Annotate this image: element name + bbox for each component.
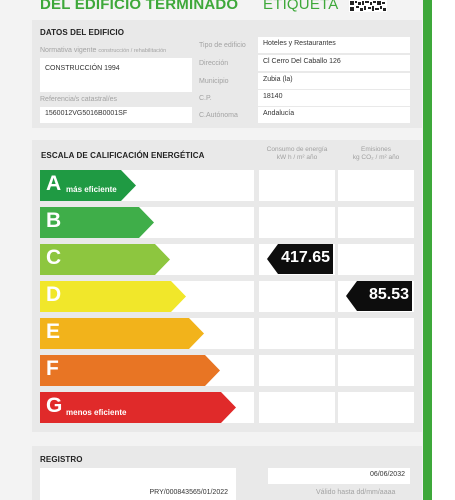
energy-class-arrow-a: Amás eficiente: [40, 170, 136, 201]
energy-class-arrow-f: F: [40, 355, 220, 386]
consumo-cell-e: [259, 318, 335, 349]
emisiones-cell-f: [338, 355, 414, 386]
referencia-value: 1560012VG5016B0001SF: [40, 107, 192, 123]
tipo-label: Tipo de edificio: [199, 42, 246, 49]
registro-title: REGISTRO: [40, 455, 83, 464]
emisiones-rating-tag-value: 85.53: [368, 286, 409, 303]
emisiones-rating-tag: 85.53: [346, 281, 412, 311]
ca-label: C.Autónoma: [199, 112, 238, 119]
ca-value: Andalucía: [258, 107, 410, 123]
cp-value: 18140: [258, 90, 410, 106]
energy-class-letter-b: B: [46, 209, 62, 232]
valid-until-date: 06/06/2032: [268, 468, 410, 484]
consumo-cell-g: [259, 392, 335, 423]
building-data-panel: DATOS DEL EDIFICIO Normativa vigente con…: [32, 20, 422, 128]
energy-class-letter-f: F: [46, 357, 59, 380]
municipio-value: Zubia (la): [258, 73, 410, 89]
consumo-cell-a: [259, 170, 335, 201]
referencia-label: Referencia/s catastral/es: [40, 96, 118, 103]
emisiones-column-header: Emisiones kg CO₂ / m² año: [352, 146, 400, 161]
registro-number: PRY/000843565/01/2022: [40, 468, 236, 500]
emisiones-cell-a: [338, 170, 414, 201]
registro-panel: REGISTRO PRY/000843565/01/2022 06/06/203…: [32, 446, 422, 500]
energy-class-caption-g: menos eficiente: [66, 408, 127, 417]
valid-until-label: Válido hasta dd/mm/aaaa: [316, 489, 396, 496]
consumo-rating-tag-value: 417.65: [281, 249, 330, 266]
energy-class-letter-c: C: [46, 246, 62, 269]
emisiones-cell-b: [338, 207, 414, 238]
energy-scale-panel: ESCALA DE CALIFICACIÓN ENERGÉTICA Consum…: [32, 140, 422, 432]
tipo-value: Hoteles y Restaurantes: [258, 37, 410, 53]
energy-class-arrow-d: D: [40, 281, 186, 312]
energy-class-letter-d: D: [46, 283, 62, 306]
normativa-label: Normativa vigente construcción / rehabil…: [40, 47, 167, 54]
consumo-cell-d: [259, 281, 335, 312]
direccion-value: Cl Cerro Del Caballo 126: [258, 55, 410, 71]
consumo-rating-tag: 417.65: [267, 244, 333, 274]
emisiones-cell-c: [338, 244, 414, 275]
emisiones-cell-e: [338, 318, 414, 349]
energy-class-arrow-c: C: [40, 244, 170, 275]
energy-class-arrow-e: E: [40, 318, 204, 349]
building-data-title: DATOS DEL EDIFICIO: [40, 28, 125, 37]
direccion-label: Dirección: [199, 60, 229, 67]
energy-class-arrow-g: Gmenos eficiente: [40, 392, 236, 423]
energy-class-arrow-b: B: [40, 207, 154, 238]
consumo-column-header: Consumo de energía kW h / m² año: [266, 146, 328, 161]
consumo-cell-f: [259, 355, 335, 386]
consumo-cell-b: [259, 207, 335, 238]
energy-class-letter-g: G: [46, 394, 63, 417]
cp-label: C.P.: [199, 95, 212, 102]
header-right-title: ETIQUETA: [263, 0, 339, 13]
header-left-title: DEL EDIFICIO TERMINADO: [40, 0, 239, 13]
municipio-label: Municipio: [199, 78, 229, 85]
normativa-value: CONSTRUCCIÓN 1994: [40, 58, 192, 92]
emisiones-cell-g: [338, 392, 414, 423]
energy-class-caption-a: más eficiente: [66, 185, 117, 194]
energy-class-letter-e: E: [46, 320, 61, 343]
energy-class-letter-a: A: [46, 172, 62, 195]
energy-scale-title: ESCALA DE CALIFICACIÓN ENERGÉTICA: [41, 151, 205, 160]
qr-code-icon: [349, 0, 387, 12]
page-margin: [432, 0, 455, 500]
